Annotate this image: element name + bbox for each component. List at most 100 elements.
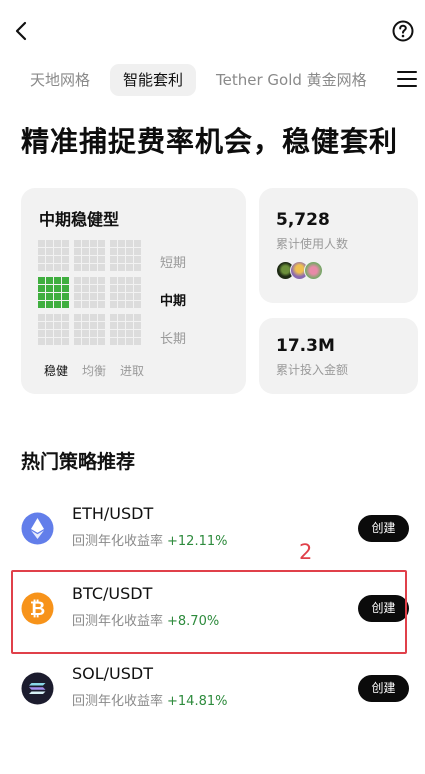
grid-cell bbox=[62, 264, 69, 271]
risk-period-grid bbox=[38, 240, 141, 345]
strategy-yield: 回测年化收益率 +14.81% bbox=[72, 690, 227, 709]
risk-steady: 稳健 bbox=[44, 364, 69, 378]
chevron-left-icon bbox=[15, 21, 27, 41]
grid-cell bbox=[62, 240, 69, 247]
grid-cell bbox=[62, 322, 69, 329]
grid-cell bbox=[126, 338, 133, 345]
grid-cell bbox=[118, 277, 125, 284]
grid-cell bbox=[98, 301, 105, 308]
tab-grid[interactable]: 天地网格 bbox=[30, 64, 90, 96]
strategy-row-sol[interactable]: SOL/USDT 回测年化收益率 +14.81% 创建 bbox=[0, 658, 425, 734]
solana-icon bbox=[21, 672, 54, 705]
grid-cell bbox=[118, 338, 125, 345]
grid-cell bbox=[46, 330, 53, 337]
grid-cell bbox=[118, 240, 125, 247]
back-button[interactable] bbox=[10, 18, 34, 44]
grid-cell bbox=[134, 338, 141, 345]
grid-cell bbox=[62, 248, 69, 255]
grid-cell bbox=[90, 314, 97, 321]
grid-cell bbox=[46, 301, 53, 308]
grid-cell bbox=[98, 330, 105, 337]
grid-cell bbox=[134, 240, 141, 247]
grid-cell bbox=[38, 285, 45, 292]
grid-cell bbox=[126, 301, 133, 308]
avatar bbox=[304, 261, 323, 280]
tab-smart-arbitrage[interactable]: 智能套利 bbox=[110, 64, 197, 96]
menu-button[interactable] bbox=[395, 68, 419, 90]
grid-cell bbox=[38, 293, 45, 300]
annotation-highlight-box bbox=[11, 570, 407, 654]
grid-cell bbox=[54, 314, 61, 321]
grid-block bbox=[110, 314, 141, 345]
grid-cell bbox=[82, 256, 89, 263]
grid-cell bbox=[90, 240, 97, 247]
grid-cell bbox=[74, 256, 81, 263]
grid-cell bbox=[134, 301, 141, 308]
grid-cell bbox=[134, 248, 141, 255]
create-button[interactable]: 创建 bbox=[358, 515, 409, 542]
strategy-type-title: 中期稳健型 bbox=[39, 210, 120, 229]
grid-block bbox=[74, 240, 105, 271]
period-long: 长期 bbox=[160, 332, 187, 347]
grid-cell bbox=[46, 338, 53, 345]
grid-cell bbox=[134, 285, 141, 292]
grid-cell bbox=[46, 240, 53, 247]
grid-cell bbox=[62, 314, 69, 321]
strategy-tabs: 天地网格 智能套利 Tether Gold 黄金网格 bbox=[0, 62, 425, 98]
grid-cell bbox=[98, 277, 105, 284]
grid-cell bbox=[126, 248, 133, 255]
grid-cell bbox=[74, 248, 81, 255]
grid-cell bbox=[54, 293, 61, 300]
grid-cell bbox=[54, 285, 61, 292]
grid-cell bbox=[134, 256, 141, 263]
grid-cell bbox=[110, 277, 117, 284]
grid-cell bbox=[62, 301, 69, 308]
grid-cell bbox=[118, 248, 125, 255]
strategy-pair: SOL/USDT bbox=[72, 664, 154, 683]
grid-cell bbox=[118, 322, 125, 329]
grid-cell bbox=[54, 301, 61, 308]
help-button[interactable] bbox=[391, 19, 415, 43]
grid-cell bbox=[62, 285, 69, 292]
grid-cell bbox=[126, 330, 133, 337]
grid-cell bbox=[74, 330, 81, 337]
grid-cell bbox=[62, 277, 69, 284]
strategy-row-eth[interactable]: ETH/USDT 回测年化收益率 +12.11% 创建 bbox=[0, 498, 425, 574]
grid-cell bbox=[38, 248, 45, 255]
strategy-type-card[interactable]: 中期稳健型 短期 中期 长期 稳健 均衡 进取 bbox=[21, 188, 246, 394]
grid-cell bbox=[118, 256, 125, 263]
annotation-number: 2 bbox=[299, 540, 313, 564]
grid-block bbox=[74, 277, 105, 308]
grid-cell bbox=[126, 240, 133, 247]
question-circle-icon bbox=[392, 20, 414, 42]
grid-cell bbox=[98, 293, 105, 300]
grid-cell bbox=[118, 264, 125, 271]
grid-cell bbox=[54, 264, 61, 271]
grid-cell bbox=[90, 330, 97, 337]
yield-label: 回测年化收益率 bbox=[72, 534, 164, 549]
grid-cell bbox=[118, 293, 125, 300]
grid-block bbox=[110, 277, 141, 308]
grid-cell bbox=[126, 285, 133, 292]
tab-tether-gold-grid[interactable]: Tether Gold 黄金网格 bbox=[216, 64, 367, 96]
create-button[interactable]: 创建 bbox=[358, 675, 409, 702]
grid-cell bbox=[82, 301, 89, 308]
grid-cell bbox=[134, 314, 141, 321]
grid-cell bbox=[90, 301, 97, 308]
grid-cell bbox=[38, 301, 45, 308]
grid-cell bbox=[54, 277, 61, 284]
grid-cell bbox=[46, 293, 53, 300]
amount-value: 17.3M bbox=[276, 336, 335, 356]
period-medium: 中期 bbox=[160, 294, 187, 309]
ethereum-icon bbox=[21, 512, 54, 545]
grid-cell bbox=[46, 322, 53, 329]
top-bar bbox=[0, 0, 425, 60]
hero-title: 精准捕捉费率机会，稳健套利 bbox=[21, 125, 399, 158]
amount-stat-card: 17.3M 累计投入金额 bbox=[259, 318, 418, 394]
grid-cell bbox=[62, 338, 69, 345]
grid-cell bbox=[126, 277, 133, 284]
section-title: 热门策略推荐 bbox=[21, 451, 136, 473]
grid-cell bbox=[46, 264, 53, 271]
grid-cell bbox=[98, 314, 105, 321]
users-label: 累计使用人数 bbox=[276, 237, 349, 251]
